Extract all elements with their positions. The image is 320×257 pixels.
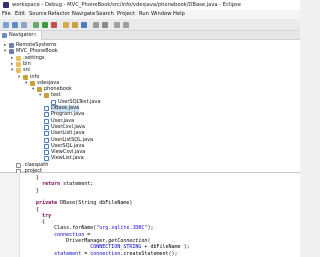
menu-source[interactable]: Source: [29, 10, 47, 19]
eclipse-app-icon: [3, 2, 9, 8]
menu-edit[interactable]: Edit: [15, 10, 25, 19]
save-icon[interactable]: [12, 22, 18, 28]
folder-icon: [16, 55, 21, 61]
menu-refactor[interactable]: Refactor: [48, 10, 70, 19]
navigator-tab-bar: Navigator ×: [0, 31, 300, 40]
external-tools-icon[interactable]: [51, 22, 57, 28]
file-icon: [16, 162, 21, 168]
window-title: workspace - Debug - MVC_PhoneBook/src/in…: [12, 2, 241, 8]
package-icon: [37, 87, 42, 93]
editor-gutter: [0, 173, 20, 257]
search-icon[interactable]: [102, 22, 108, 28]
package-icon: [30, 80, 35, 86]
code-line: statement = connection.createStatement()…: [54, 250, 178, 257]
java-icon: [44, 112, 49, 118]
folder-icon: [16, 61, 21, 67]
menu-search[interactable]: Search: [96, 10, 114, 19]
new-package-icon[interactable]: [72, 22, 78, 28]
forward-icon[interactable]: [123, 22, 129, 28]
code-editor[interactable]: } return statement; } private DBase(Stri…: [0, 173, 300, 257]
menu-window[interactable]: Window: [151, 10, 171, 19]
navigator-view: Navigator × ▸ RemoteSystems ▾ MVC_PhoneBook…: [0, 31, 300, 174]
close-icon[interactable]: ×: [33, 31, 37, 40]
java-icon: [44, 156, 49, 162]
project-icon: [9, 43, 14, 48]
menu-file[interactable]: File: [2, 10, 11, 19]
new-java-project-icon[interactable]: [63, 22, 69, 28]
debug-icon[interactable]: [33, 22, 39, 28]
folder-icon: [16, 68, 21, 74]
package-icon: [44, 93, 49, 99]
menu-bar: File Edit Source Refactor Navigate Searc…: [0, 10, 300, 19]
java-icon: [44, 137, 49, 143]
code-line: }: [24, 187, 40, 194]
run-icon[interactable]: [42, 22, 48, 28]
java-icon: [44, 106, 49, 111]
window-titlebar: workspace - Debug - MVC_PhoneBook/src/in…: [0, 0, 300, 10]
navigator-icon: [2, 33, 7, 38]
code-line: private DBase(String dbFileName): [36, 200, 133, 207]
menu-navigate[interactable]: Navigate: [72, 10, 95, 19]
project-icon: [9, 49, 14, 55]
java-icon: [44, 131, 49, 137]
menu-run[interactable]: Run: [139, 10, 149, 19]
menu-project[interactable]: Project: [117, 10, 135, 19]
java-icon: [44, 150, 49, 156]
new-class-icon[interactable]: [81, 22, 87, 28]
main-toolbar: [0, 19, 300, 31]
java-icon: [44, 118, 49, 124]
open-type-icon[interactable]: [93, 22, 99, 28]
back-icon[interactable]: [114, 22, 120, 28]
package-icon: [23, 74, 28, 80]
print-icon[interactable]: [21, 22, 27, 28]
menu-help[interactable]: Help: [173, 10, 185, 19]
new-icon[interactable]: [3, 22, 9, 28]
java-icon: [44, 124, 49, 130]
tab-navigator[interactable]: Navigator ×: [0, 31, 42, 40]
navigator-tab-label: Navigator: [9, 32, 34, 38]
java-icon: [51, 99, 56, 105]
java-icon: [44, 143, 49, 149]
